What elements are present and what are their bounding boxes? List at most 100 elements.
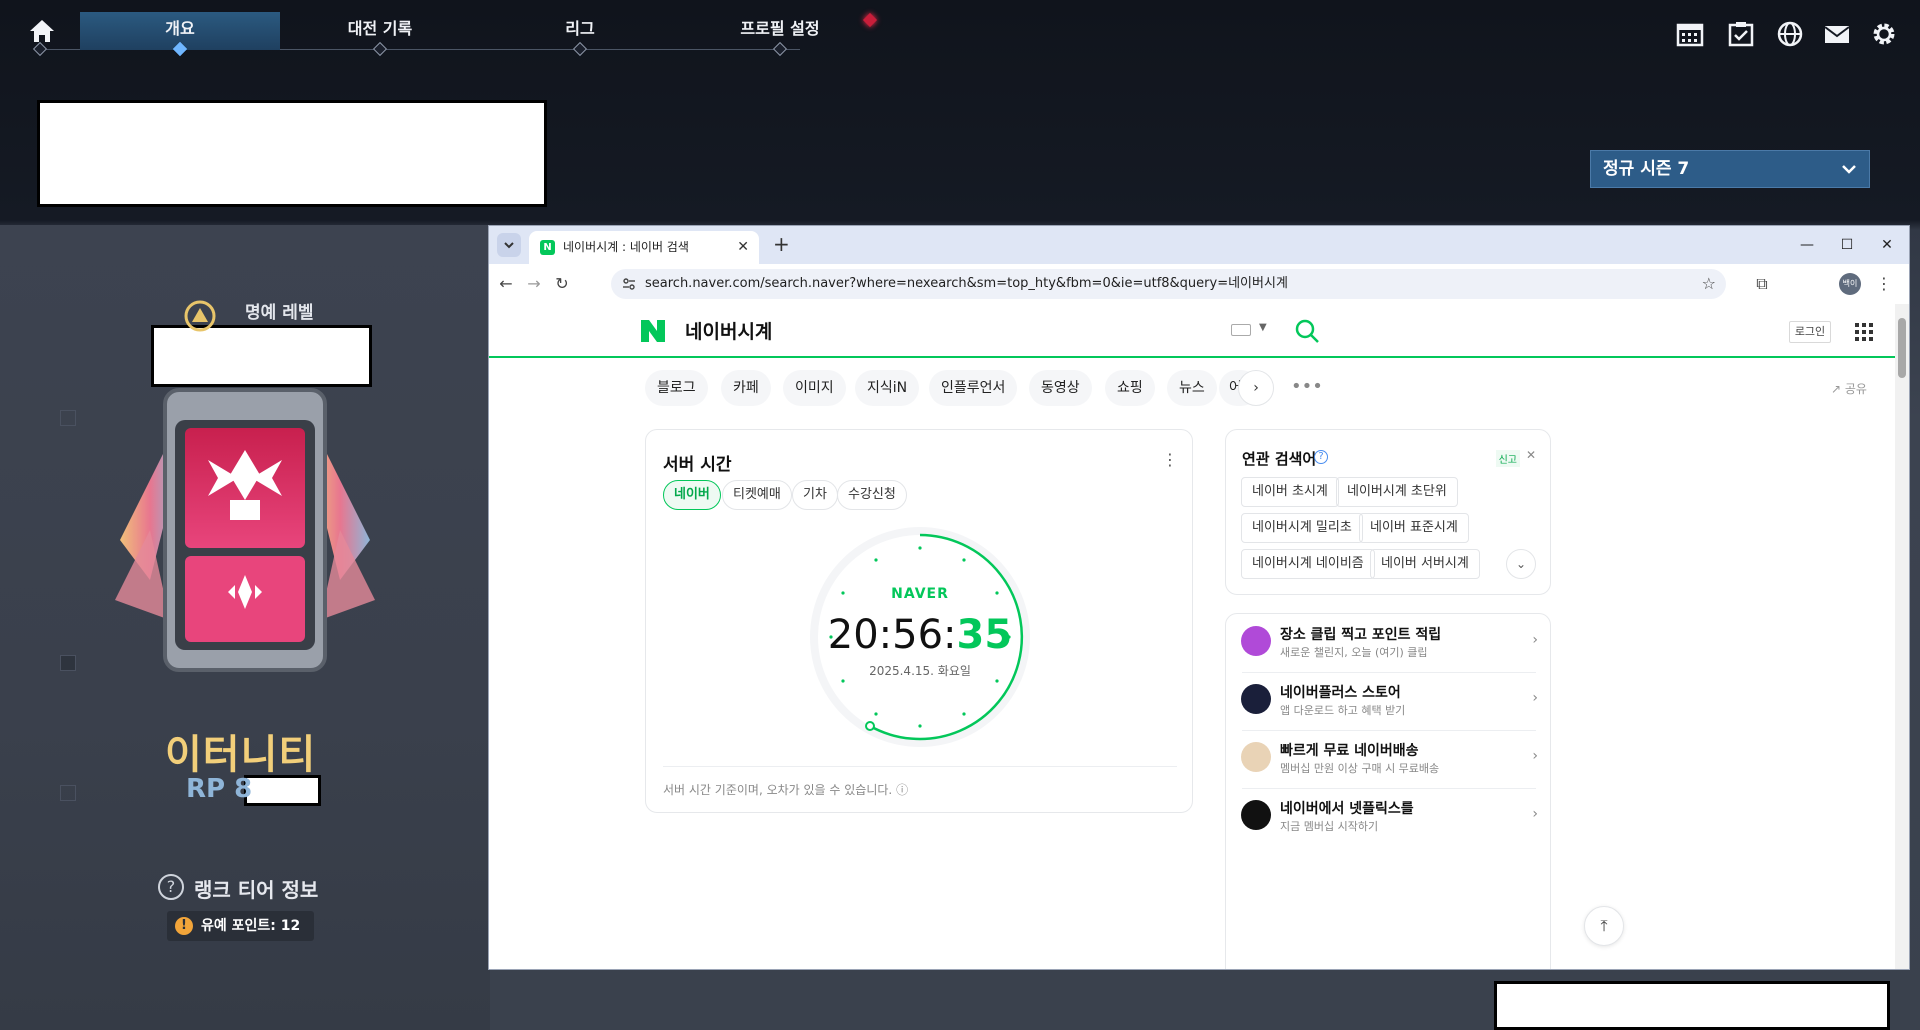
minimize-button[interactable]: —: [1789, 232, 1825, 258]
scrollbar[interactable]: [1895, 304, 1909, 969]
maximize-button[interactable]: ☐: [1829, 232, 1865, 258]
related-searches-card: 연관 검색어 ? 신고 ✕ 네이버 초시계 네이버시계 초단위 네이버시계 밀리…: [1225, 429, 1551, 595]
promo-item[interactable]: 네이버플러스 스토어 앱 다운로드 하고 혜택 받기 ›: [1226, 672, 1552, 730]
promo-item[interactable]: 장소 클립 찍고 포인트 적립 새로운 챌린지, 오늘 (여기) 클립 ›: [1226, 614, 1552, 672]
address-bar-url: search.naver.com/search.naver?where=nexe…: [645, 276, 1288, 291]
address-bar[interactable]: search.naver.com/search.naver?where=nexe…: [611, 269, 1726, 299]
tab-news[interactable]: 뉴스: [1167, 370, 1217, 406]
mail-icon[interactable]: [1823, 20, 1851, 48]
naver-plus-icon: [1241, 684, 1271, 714]
tab-blog[interactable]: 블로그: [645, 370, 708, 406]
chevron-down-icon[interactable]: ⌄: [1506, 549, 1536, 579]
related-item[interactable]: 네이버시계 네이비즘: [1241, 549, 1375, 579]
help-icon[interactable]: ?: [1314, 450, 1328, 464]
forward-icon[interactable]: →: [523, 273, 545, 295]
tab-influencer[interactable]: 인플루언서: [929, 370, 1018, 406]
server-chip-naver[interactable]: 네이버: [663, 480, 721, 510]
login-button[interactable]: 로그인: [1789, 321, 1831, 343]
promo-subtitle: 앱 다운로드 하고 혜택 받기: [1280, 704, 1406, 717]
more-dots-icon[interactable]: •••: [1291, 376, 1323, 397]
honor-laurel-icon: [184, 300, 216, 332]
clock-brand-label: NAVER: [891, 586, 949, 602]
site-info-icon[interactable]: [621, 276, 637, 292]
nav-node: [32, 41, 48, 57]
season-select[interactable]: 정규 시즌 7: [1590, 150, 1870, 188]
tab-images[interactable]: 이미지: [783, 370, 846, 406]
tab-kin[interactable]: 지식iN: [855, 370, 920, 406]
report-button[interactable]: 신고: [1495, 450, 1520, 467]
related-item[interactable]: 네이버 서버시계: [1370, 549, 1480, 579]
penalty-points-label: 유예 포인트: 12: [201, 918, 301, 934]
caret-down-icon[interactable]: ▼: [1259, 322, 1267, 333]
rank-rp-value: RP 8: [186, 774, 253, 804]
rank-tier-name: 이터니티: [165, 732, 317, 778]
chevron-down-icon: [504, 242, 514, 249]
home-icon[interactable]: [28, 18, 56, 44]
browser-tab-title: 네이버시계 : 네이버 검색: [563, 240, 689, 254]
server-chip-train[interactable]: 기차: [792, 480, 838, 510]
info-icon[interactable]: ⓘ: [896, 783, 908, 797]
globe-icon[interactable]: [1776, 20, 1804, 48]
search-icon[interactable]: [1294, 318, 1320, 344]
rank-tier-info-link[interactable]: 랭크 티어 정보: [194, 874, 318, 903]
keyboard-icon[interactable]: [1231, 324, 1251, 336]
scroll-to-top-button[interactable]: ⤒: [1584, 906, 1624, 946]
tab-shopping[interactable]: 쇼핑: [1105, 370, 1155, 406]
clock-date: 2025.4.15. 화요일: [869, 664, 971, 678]
chevron-down-icon: [1842, 165, 1856, 174]
related-item[interactable]: 네이버 초시계: [1241, 477, 1339, 507]
search-input[interactable]: 네이버시계: [685, 317, 772, 344]
scrollbar-thumb[interactable]: [1898, 318, 1906, 378]
share-button[interactable]: ↗ 공유: [1831, 380, 1867, 397]
naver-logo-icon[interactable]: [641, 320, 665, 342]
close-icon[interactable]: ✕: [1526, 448, 1536, 462]
tab-search-button[interactable]: [497, 233, 521, 257]
browser-toolbar: ← → ↻ search.naver.com/search.naver?wher…: [489, 264, 1909, 304]
redacted-region: [1494, 981, 1890, 1030]
season-select-value: 정규 시즌 7: [1603, 159, 1690, 179]
related-item[interactable]: 네이버시계 초단위: [1336, 477, 1458, 507]
help-icon[interactable]: ?: [158, 874, 184, 900]
menu-kebab-icon[interactable]: ⋮: [1873, 273, 1895, 295]
calendar-icon[interactable]: [1676, 20, 1704, 48]
promo-item[interactable]: 네이버에서 넷플릭스를 지금 멤버십 시작하기 ›: [1226, 788, 1552, 846]
browser-tab[interactable]: N 네이버시계 : 네이버 검색 ✕: [529, 231, 759, 264]
server-time-card: 서버 시간 ⋮ 네이버 티켓예매 기차 수강신청 NAVER 20:56:35 …: [645, 429, 1193, 813]
bookmark-star-icon[interactable]: ☆: [1702, 269, 1716, 299]
server-chip-course[interactable]: 수강신청: [837, 480, 907, 510]
related-item[interactable]: 네이버시계 밀리초: [1241, 513, 1363, 543]
promo-subtitle: 멤버십 만원 이상 구매 시 무료배송: [1280, 762, 1440, 775]
tab-cafe[interactable]: 카페: [721, 370, 771, 406]
close-window-button[interactable]: ✕: [1869, 232, 1905, 258]
profile-avatar[interactable]: 백이: [1839, 273, 1861, 295]
tab-video[interactable]: 동영상: [1029, 370, 1092, 406]
close-tab-icon[interactable]: ✕: [737, 231, 749, 264]
server-time-title: 서버 시간: [663, 455, 732, 475]
clock-time-seconds: 35: [956, 612, 1013, 658]
browser-window: N 네이버시계 : 네이버 검색 ✕ + — ☐ ✕ ← → ↻ search.…: [488, 225, 1910, 970]
menu-kebab-icon[interactable]: ⋮: [1162, 450, 1178, 469]
promo-item[interactable]: 빠르게 무료 네이버배송 멤버십 만원 이상 구매 시 무료배송 ›: [1226, 730, 1552, 788]
server-chip-ticket[interactable]: 티켓예매: [722, 480, 792, 510]
clock-time: 20:56:35: [809, 612, 1031, 658]
extensions-icon[interactable]: ⧉: [1751, 273, 1773, 295]
eternity-rank-emblem-icon: [115, 388, 375, 672]
new-tab-button[interactable]: +: [773, 232, 790, 256]
related-item[interactable]: 네이버 표준시계: [1359, 513, 1469, 543]
honor-level-label: 명예 레벨: [245, 303, 314, 323]
naver-search-header: 네이버시계 ▼ 로그인: [489, 304, 1895, 358]
gear-icon[interactable]: [1870, 20, 1898, 48]
checklist-icon[interactable]: [1727, 20, 1755, 48]
naver-favicon-icon: N: [540, 240, 555, 255]
promo-subtitle: 지금 멤버십 시작하기: [1280, 820, 1379, 833]
back-icon[interactable]: ←: [495, 273, 517, 295]
netflix-icon: [1241, 800, 1271, 830]
chevron-right-icon: ›: [1532, 748, 1538, 764]
place-clip-icon: [1241, 626, 1271, 656]
reload-icon[interactable]: ↻: [551, 273, 573, 295]
share-label: 공유: [1844, 382, 1867, 396]
chevron-right-icon[interactable]: ›: [1238, 370, 1274, 406]
apps-grid-icon[interactable]: [1855, 323, 1873, 341]
chevron-right-icon: ›: [1532, 632, 1538, 648]
tab-strip: N 네이버시계 : 네이버 검색 ✕ + — ☐ ✕: [489, 226, 1909, 264]
